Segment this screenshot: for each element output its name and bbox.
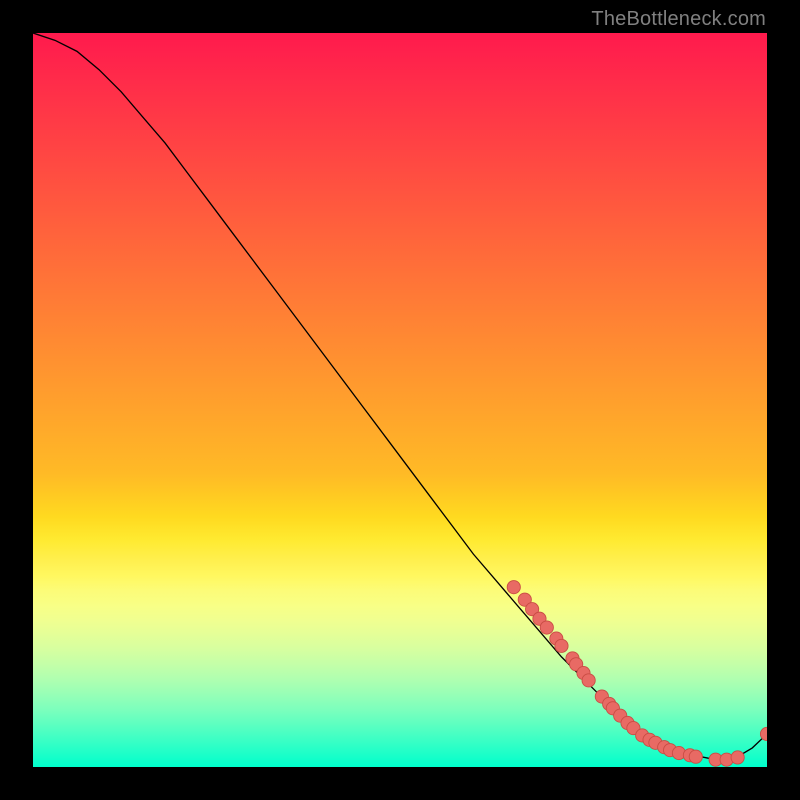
plot-area xyxy=(33,33,767,767)
gradient-background xyxy=(33,33,767,767)
watermark-text: TheBottleneck.com xyxy=(591,8,766,31)
chart-stage: TheBottleneck.com xyxy=(0,0,800,800)
